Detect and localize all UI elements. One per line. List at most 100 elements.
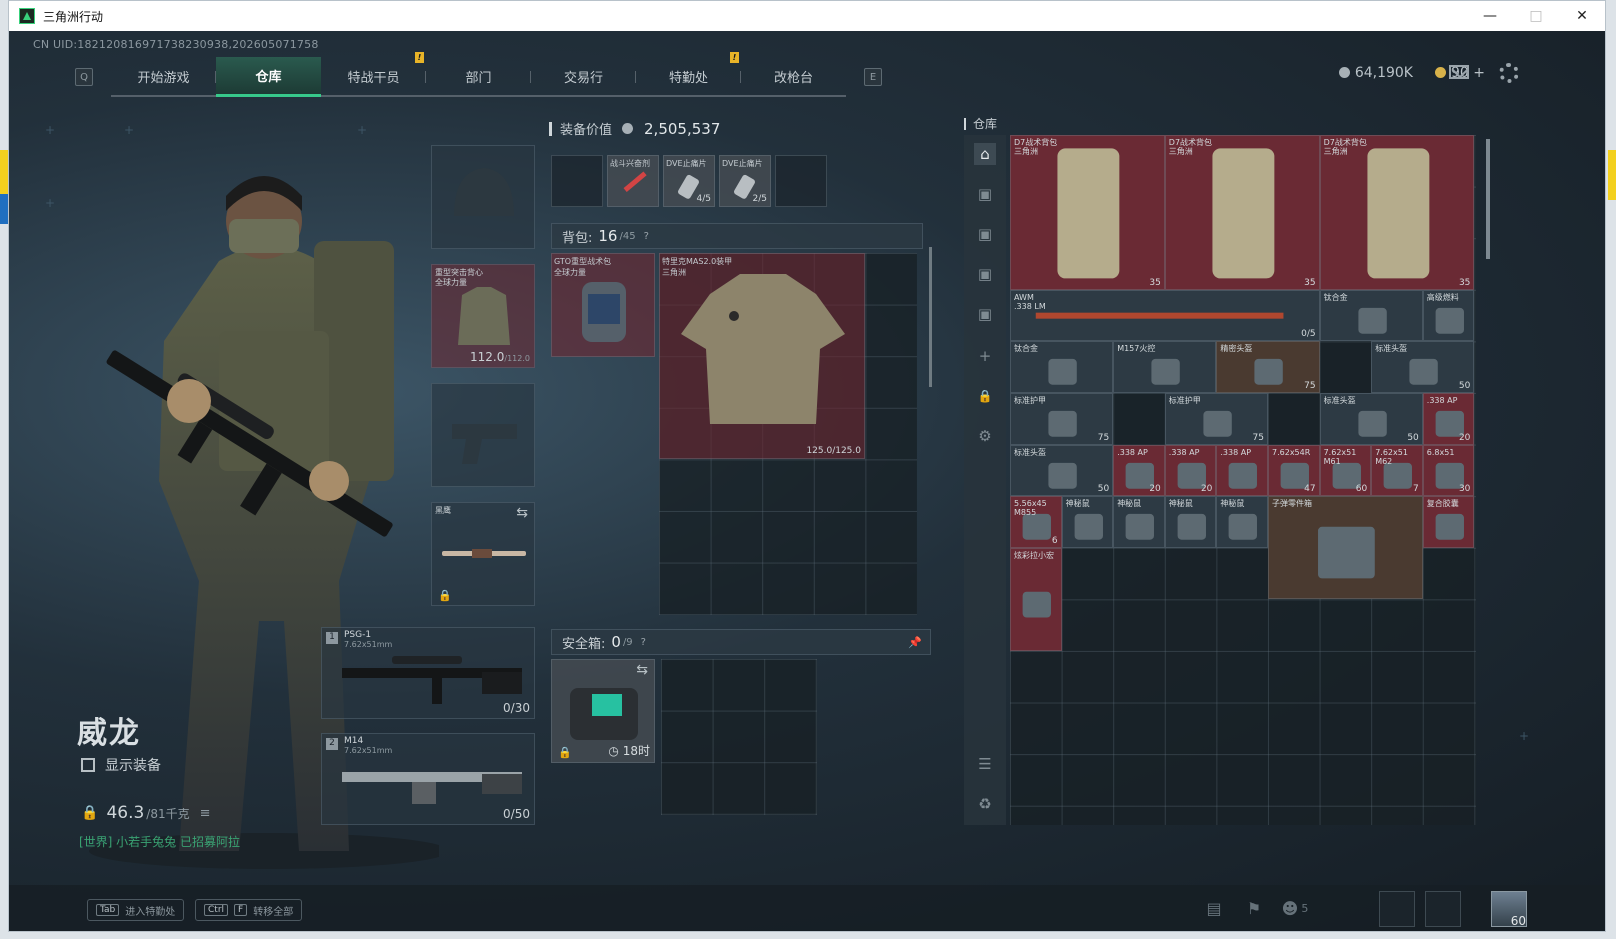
tab-special-ops[interactable]: 特勤处! <box>636 52 741 97</box>
warehouse-item[interactable]: 7.62x51 M61 60 <box>1319 444 1372 497</box>
warehouse-item[interactable]: 神秘鼠 <box>1061 496 1114 548</box>
close-button[interactable]: ✕ <box>1559 1 1605 31</box>
primary-weapon-slot[interactable]: 1 PSG-1 7.62x51mm 0/30 <box>321 627 535 719</box>
team-slot[interactable] <box>1425 891 1461 927</box>
scrollbar[interactable] <box>929 247 932 387</box>
warehouse-grid[interactable]: D7战术背包 三角洲 35 D7战术背包 三角洲 35 D7战术背包 三角洲 35 AWM .338… <box>1010 135 1476 825</box>
game-viewport: + + + + + CN UID:1821208169717382309​38,… <box>9 31 1605 931</box>
warehouse-item[interactable]: D7战术背包 三角洲 35 <box>1319 135 1475 290</box>
storage-icon[interactable]: ▣ <box>974 183 996 205</box>
warehouse-item[interactable]: 精密头盔 75 <box>1216 341 1320 393</box>
secondary-weapon-slot[interactable]: 2 M14 7.62x51mm 0/50 <box>321 733 535 825</box>
warehouse-item[interactable]: 5.56x45 M855 6 <box>1010 496 1062 548</box>
warehouse-item[interactable]: 神秘鼠 <box>1164 496 1217 548</box>
warehouse-item[interactable]: 炫彩拉小宏 <box>1010 547 1062 651</box>
warehouse-icon[interactable]: ⌂ <box>974 143 996 165</box>
melee-slot[interactable]: 黑鹰 ⇆ 🔒 <box>431 502 535 606</box>
storage-icon[interactable]: ▣ <box>974 223 996 245</box>
pin-icon[interactable]: 📌 <box>908 636 922 649</box>
add-gold-button[interactable]: + <box>1473 65 1485 81</box>
layers-icon[interactable]: ☰ <box>974 753 996 775</box>
warehouse-item[interactable]: 标准头盔 50 <box>1371 341 1475 393</box>
swap-icon[interactable]: ⇆ <box>636 662 648 678</box>
minimize-button[interactable]: — <box>1467 1 1513 31</box>
helmet-slot[interactable] <box>431 145 535 249</box>
tab-gunsmith[interactable]: 改枪台 <box>741 57 846 97</box>
item-name: 标准护甲 <box>1169 396 1201 405</box>
warehouse-item[interactable]: 标准护甲 75 <box>1164 393 1268 445</box>
warehouse-item[interactable]: 标准护甲 75 <box>1010 393 1114 445</box>
warehouse-item[interactable]: .338 AP 20 <box>1113 444 1165 497</box>
lock-icon[interactable]: 🔒 <box>974 385 996 407</box>
item-label: .338 AP <box>1426 396 1458 405</box>
enter-special-ops-hint[interactable]: Tab 进入特勤处 <box>87 899 185 921</box>
quick-slot[interactable]: DVE止痛片 4/5 <box>663 155 715 207</box>
warehouse-item[interactable]: 标准头盔 50 <box>1010 444 1114 497</box>
warehouse-item[interactable]: .338 AP <box>1216 444 1268 497</box>
avatar[interactable]: 60 <box>1491 891 1527 928</box>
item-count: 35 <box>1149 277 1161 288</box>
settings-icon[interactable] <box>1499 63 1519 83</box>
armor-slot[interactable]: 重型突击背心 全球力量 112.0/112.0 <box>431 264 535 368</box>
warehouse-item[interactable]: .338 AP 20 <box>1164 444 1217 497</box>
recycle-icon[interactable]: ♻ <box>974 793 996 815</box>
warehouse-item[interactable]: 复合胶囊 <box>1422 496 1475 548</box>
storage-icon[interactable]: ▣ <box>974 263 996 285</box>
maximize-button[interactable]: □ <box>1513 1 1559 31</box>
tab-department[interactable]: 部门 <box>426 57 531 97</box>
warehouse-item[interactable]: M157火控 <box>1113 341 1217 393</box>
tab-operators[interactable]: 特战干员! <box>321 52 426 97</box>
nav-next-key[interactable]: E <box>864 68 882 86</box>
chart-icon[interactable]: ▤ <box>1203 897 1225 919</box>
world-chat-line[interactable]: [世界] 小若手兔兔 已招募阿拉 <box>79 833 240 850</box>
plus-icon[interactable]: + <box>974 345 996 367</box>
friends-icon[interactable]: ☻ 5 <box>1275 897 1315 919</box>
tab-trade[interactable]: 交易行 <box>531 57 636 97</box>
warehouse-item[interactable]: 神秘鼠 <box>1113 496 1165 548</box>
help-icon[interactable]: ? <box>644 231 649 242</box>
list-icon[interactable]: ≡ <box>200 806 211 821</box>
mail-icon[interactable] <box>1449 65 1469 79</box>
hint-text: 转移全部 <box>253 906 294 918</box>
warehouse-item[interactable]: 高级燃料 <box>1422 289 1475 342</box>
warehouse-item[interactable]: 标准头盔 50 <box>1319 393 1423 445</box>
warehouse-item[interactable]: 钛合金 <box>1319 289 1423 342</box>
warehouse-scrollbar[interactable] <box>1486 139 1490 259</box>
backpack-item[interactable]: GTO重型战术包 全球力量 <box>551 253 655 357</box>
gear-icon[interactable]: ⚙ <box>974 425 996 447</box>
quick-slot[interactable]: 战斗兴奋剂 <box>607 155 659 207</box>
item-sub: .338 LM <box>1014 301 1046 311</box>
nav-prev-key[interactable]: Q <box>75 68 93 86</box>
weight-max: /81千克 <box>146 806 190 821</box>
warehouse-item[interactable]: 钛合金 <box>1010 341 1114 393</box>
warehouse-item[interactable]: 6.8x51 30 <box>1422 444 1475 497</box>
tab-warehouse[interactable]: 仓库 <box>216 57 321 97</box>
safebox-container[interactable]: ⇆ 🔒 ◷ 18时 <box>551 659 655 763</box>
transfer-all-hint[interactable]: Ctrl F 转移全部 <box>195 899 303 921</box>
storage-icon[interactable]: ▣ <box>974 303 996 325</box>
flag-icon[interactable]: ⚑ <box>1243 897 1265 919</box>
quick-slot[interactable]: DVE止痛片 2/5 <box>719 155 771 207</box>
armor-item[interactable]: 特里克MAS2.0装甲 三角洲 125.0/125.0 <box>659 253 865 459</box>
warehouse-item[interactable]: AWM .338 LM 0/5 <box>1010 289 1320 342</box>
safebox-grid[interactable] <box>661 659 817 815</box>
warehouse-item[interactable]: D7战术背包 三角洲 35 <box>1010 135 1165 290</box>
tab-start-game[interactable]: 开始游戏 <box>111 57 216 97</box>
quick-slot[interactable] <box>551 155 603 207</box>
quick-slot[interactable] <box>775 155 827 207</box>
show-equipment-toggle[interactable]: 显示装备 <box>81 755 161 775</box>
swap-icon[interactable]: ⇆ <box>516 505 528 521</box>
tab-label: 改枪台 <box>773 70 813 86</box>
help-icon[interactable]: ? <box>641 637 646 648</box>
pistol-slot[interactable] <box>431 383 535 487</box>
warehouse-item[interactable]: 7.62x54R 47 <box>1268 444 1320 497</box>
warehouse-item[interactable]: 子弹零件箱 <box>1268 496 1423 600</box>
warehouse-item[interactable]: D7战术背包 三角洲 35 <box>1164 135 1320 290</box>
warehouse-item[interactable]: 神秘鼠 <box>1216 496 1268 548</box>
silver-currency[interactable]: 64,190K <box>1338 65 1413 81</box>
warehouse-item[interactable]: 7.62x51 M62 7 <box>1371 444 1423 497</box>
warehouse-item[interactable]: .338 AP 20 <box>1422 393 1475 445</box>
team-slot[interactable] <box>1379 891 1415 927</box>
checkbox-icon[interactable] <box>81 758 95 772</box>
decor-cross: + <box>357 123 368 137</box>
